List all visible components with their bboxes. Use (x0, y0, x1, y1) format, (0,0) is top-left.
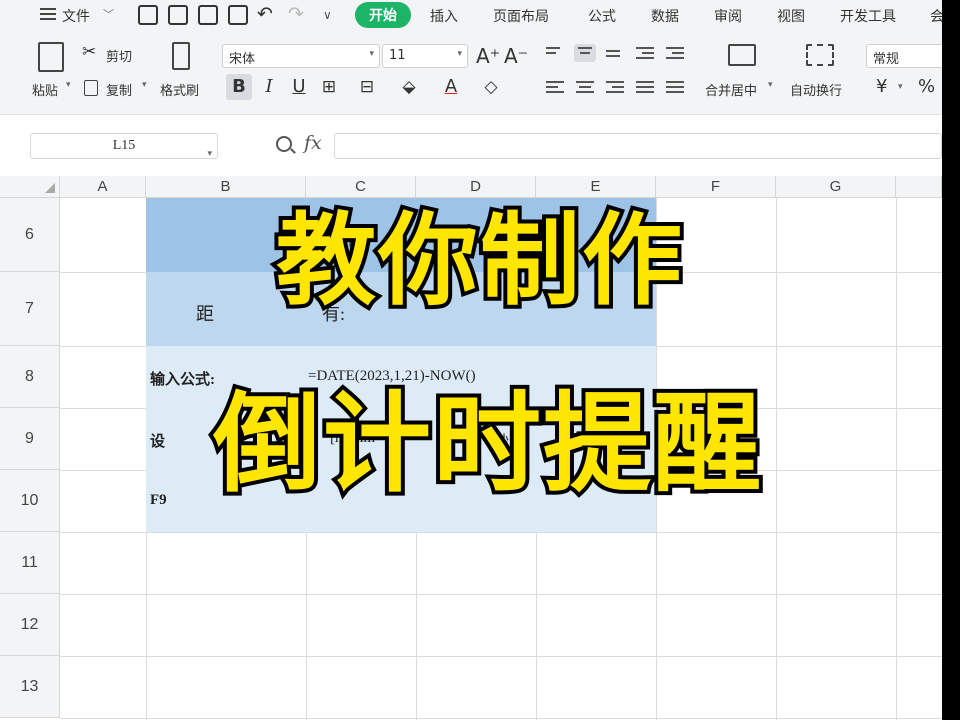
gridline (60, 718, 942, 719)
paste-button[interactable]: 粘贴 (32, 80, 58, 99)
chevron-down-icon: ▾ (369, 49, 374, 59)
scissors-icon[interactable]: ✂ (82, 42, 96, 62)
clear-format-icon[interactable]: ◇ (478, 74, 504, 100)
overlay-title-line2: 倒计时提醒 (209, 378, 765, 511)
align-center-icon[interactable] (576, 78, 598, 96)
shrink-font-button[interactable]: A⁻ (504, 44, 528, 68)
underline-button[interactable]: U (286, 74, 312, 100)
chevron-down-icon[interactable]: ▾ (768, 80, 773, 90)
grow-font-button[interactable]: A⁺ (476, 44, 500, 68)
ribbon-toolbar: 粘贴 ▾ ✂ 剪切 复制 ▾ 格式刷 宋体 ▾ 11 ▾ A⁺ A⁻ B I U… (0, 30, 942, 114)
merge-center-button[interactable]: 合并居中 (705, 80, 757, 99)
menu-bar: 文件 ﹀ ↶ ↷ ∨ 开始 插入 页面布局 公式 数据 审阅 视图 开发工具 会 (0, 0, 942, 30)
formula-input[interactable] (334, 133, 942, 159)
format-painter-icon[interactable] (172, 42, 190, 70)
fill-color-icon[interactable]: ⬙ (396, 74, 422, 100)
wrap-text-icon[interactable] (806, 44, 834, 66)
borders-icon[interactable]: ⊞ (316, 74, 342, 100)
distributed-icon[interactable] (666, 78, 688, 96)
gridline (60, 656, 942, 657)
align-left-icon[interactable] (546, 78, 568, 96)
align-right-icon[interactable] (606, 78, 628, 96)
align-bottom-icon[interactable] (606, 44, 628, 62)
print-icon[interactable] (198, 5, 218, 25)
tab-insert[interactable]: 插入 (430, 6, 458, 26)
more-icon[interactable]: ∨ (323, 8, 343, 28)
currency-button[interactable]: ¥ (876, 76, 887, 97)
spreadsheet-app: 文件 ﹀ ↶ ↷ ∨ 开始 插入 页面布局 公式 数据 审阅 视图 开发工具 会… (0, 0, 942, 720)
merge-center-icon[interactable] (728, 44, 756, 66)
align-top-icon[interactable] (546, 44, 568, 62)
chevron-down-icon[interactable]: ▾ (898, 82, 903, 92)
tab-developer[interactable]: 开发工具 (840, 6, 896, 26)
column-header-a[interactable]: A (60, 176, 146, 198)
copy-button[interactable]: 复制 (106, 80, 132, 99)
font-size-value: 11 (389, 48, 406, 63)
column-header-g[interactable]: G (776, 176, 896, 198)
formula-bar: L15 ▾ fx (0, 114, 942, 176)
format-painter-button[interactable]: 格式刷 (160, 80, 199, 99)
number-format-value: 常规 (873, 52, 900, 67)
name-box[interactable]: L15 ▾ (30, 133, 218, 159)
select-all-corner[interactable] (0, 176, 60, 198)
bold-button[interactable]: B (226, 74, 252, 100)
column-header-d[interactable]: D (416, 176, 536, 198)
undo-icon[interactable]: ↶ (257, 5, 277, 25)
column-header-h[interactable] (896, 176, 942, 198)
cut-button[interactable]: 剪切 (106, 46, 132, 65)
number-format-select[interactable]: 常规 (866, 44, 942, 68)
italic-button[interactable]: I (256, 74, 282, 100)
tab-data[interactable]: 数据 (651, 6, 679, 26)
row-header-11[interactable]: 11 (0, 532, 60, 594)
name-box-value: L15 (112, 138, 136, 153)
chevron-down-icon[interactable]: ▾ (66, 80, 71, 90)
font-name-select[interactable]: 宋体 ▾ (222, 44, 380, 68)
cell-style-icon[interactable]: ⊟ (354, 74, 380, 100)
column-header-e[interactable]: E (536, 176, 656, 198)
column-header-f[interactable]: F (656, 176, 776, 198)
tab-view[interactable]: 视图 (777, 6, 805, 26)
chevron-down-icon: ▾ (207, 148, 212, 158)
redo-icon[interactable]: ↷ (288, 5, 308, 25)
column-header-b[interactable]: B (146, 176, 306, 198)
row-header-12[interactable]: 12 (0, 594, 60, 656)
font-name-value: 宋体 (229, 52, 256, 67)
gridline (60, 594, 942, 595)
font-size-select[interactable]: 11 ▾ (382, 44, 468, 68)
row-header-13[interactable]: 13 (0, 656, 60, 718)
align-middle-icon[interactable] (574, 44, 596, 62)
font-color-icon[interactable]: A (438, 74, 464, 100)
percent-button[interactable]: % (918, 76, 935, 97)
fx-icon[interactable]: fx (304, 132, 322, 154)
menu-icon[interactable] (40, 8, 56, 20)
tab-page-layout[interactable]: 页面布局 (493, 6, 549, 26)
copy-icon[interactable] (84, 80, 98, 96)
chevron-down-icon: ▾ (457, 49, 462, 59)
save-icon[interactable] (138, 5, 158, 25)
print-preview-icon[interactable] (228, 5, 248, 25)
indent-decrease-icon[interactable] (636, 44, 658, 62)
gridline (60, 532, 942, 533)
file-menu[interactable]: 文件 (62, 6, 90, 26)
justify-icon[interactable] (636, 78, 658, 96)
chevron-down-icon[interactable]: ﹀ (103, 6, 114, 22)
export-pdf-icon[interactable] (168, 5, 188, 25)
tab-formulas[interactable]: 公式 (588, 6, 616, 26)
wrap-text-button[interactable]: 自动换行 (790, 80, 842, 99)
tab-member[interactable]: 会 (930, 6, 942, 26)
overlay-title-line1: 教你制作 (272, 198, 686, 323)
indent-increase-icon[interactable] (666, 44, 688, 62)
zoom-icon[interactable] (276, 136, 292, 152)
column-header-c[interactable]: C (306, 176, 416, 198)
chevron-down-icon[interactable]: ▾ (142, 80, 147, 90)
paste-icon[interactable] (38, 42, 64, 72)
tab-review[interactable]: 审阅 (714, 6, 742, 26)
tab-home[interactable]: 开始 (355, 2, 411, 28)
